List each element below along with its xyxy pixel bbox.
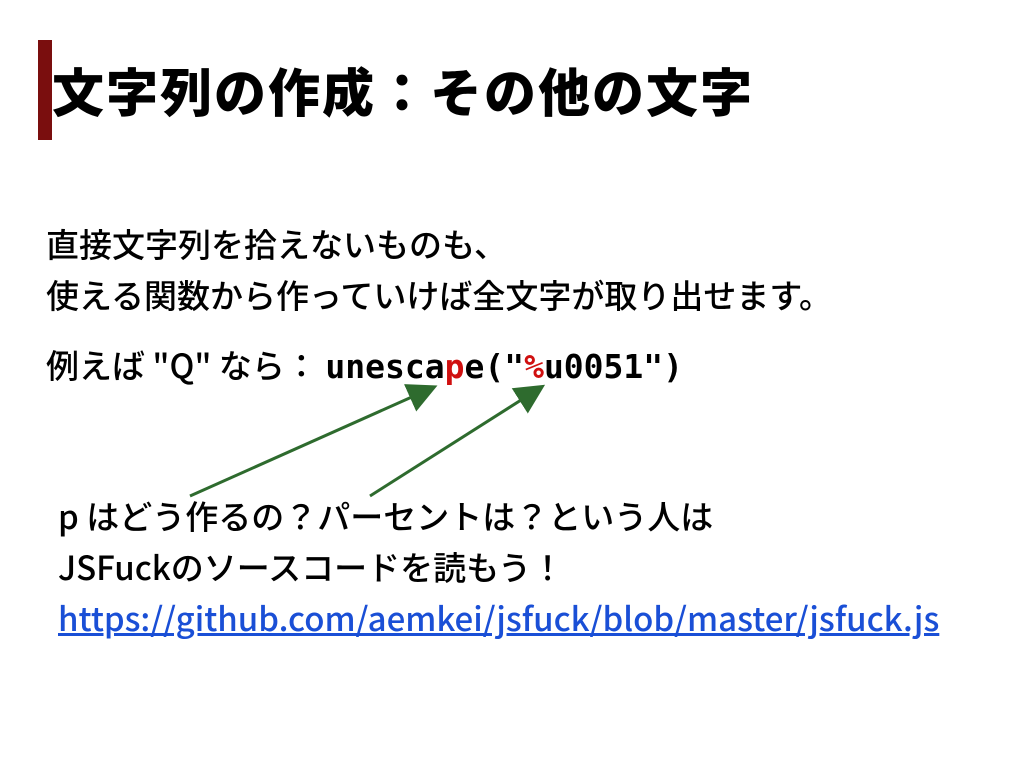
code-part-2: e("	[464, 347, 524, 386]
code-part-3: u0051")	[544, 347, 683, 386]
code-part-1: unesca	[325, 347, 444, 386]
code-letter-p: p	[445, 347, 465, 386]
code-percent-sign: %	[524, 347, 544, 386]
arrow-to-p-icon	[190, 388, 432, 496]
hint-line-2: JSFuckのソースコードを読もう！	[58, 542, 564, 590]
example-prefix: 例えば "Q" なら：	[46, 340, 318, 388]
hint-line-1: p はどう作るの？パーセントは？という人は	[58, 491, 713, 539]
intro-line-2: 使える関数から作っていけば全文字が取り出せます。	[46, 270, 832, 318]
paragraph-hint: p はどう作るの？パーセントは？という人は JSFuckのソースコードを読もう！…	[58, 490, 939, 643]
arrow-to-percent-icon	[370, 388, 540, 496]
paragraph-example: 例えば "Q" なら： unescape("%u0051")	[46, 340, 683, 388]
jsfuck-source-link[interactable]: https://github.com/aemkei/jsfuck/blob/ma…	[58, 593, 939, 641]
slide-title: 文字列の作成：その他の文字	[52, 52, 754, 127]
title-accent-bar	[38, 40, 52, 140]
intro-line-1: 直接文字列を拾えないものも、	[46, 219, 507, 267]
paragraph-intro: 直接文字列を拾えないものも、 使える関数から作っていけば全文字が取り出せます。	[46, 218, 832, 320]
code-snippet: unescape("%u0051")	[325, 347, 683, 386]
slide: 文字列の作成：その他の文字 直接文字列を拾えないものも、 使える関数から作ってい…	[0, 0, 1024, 768]
